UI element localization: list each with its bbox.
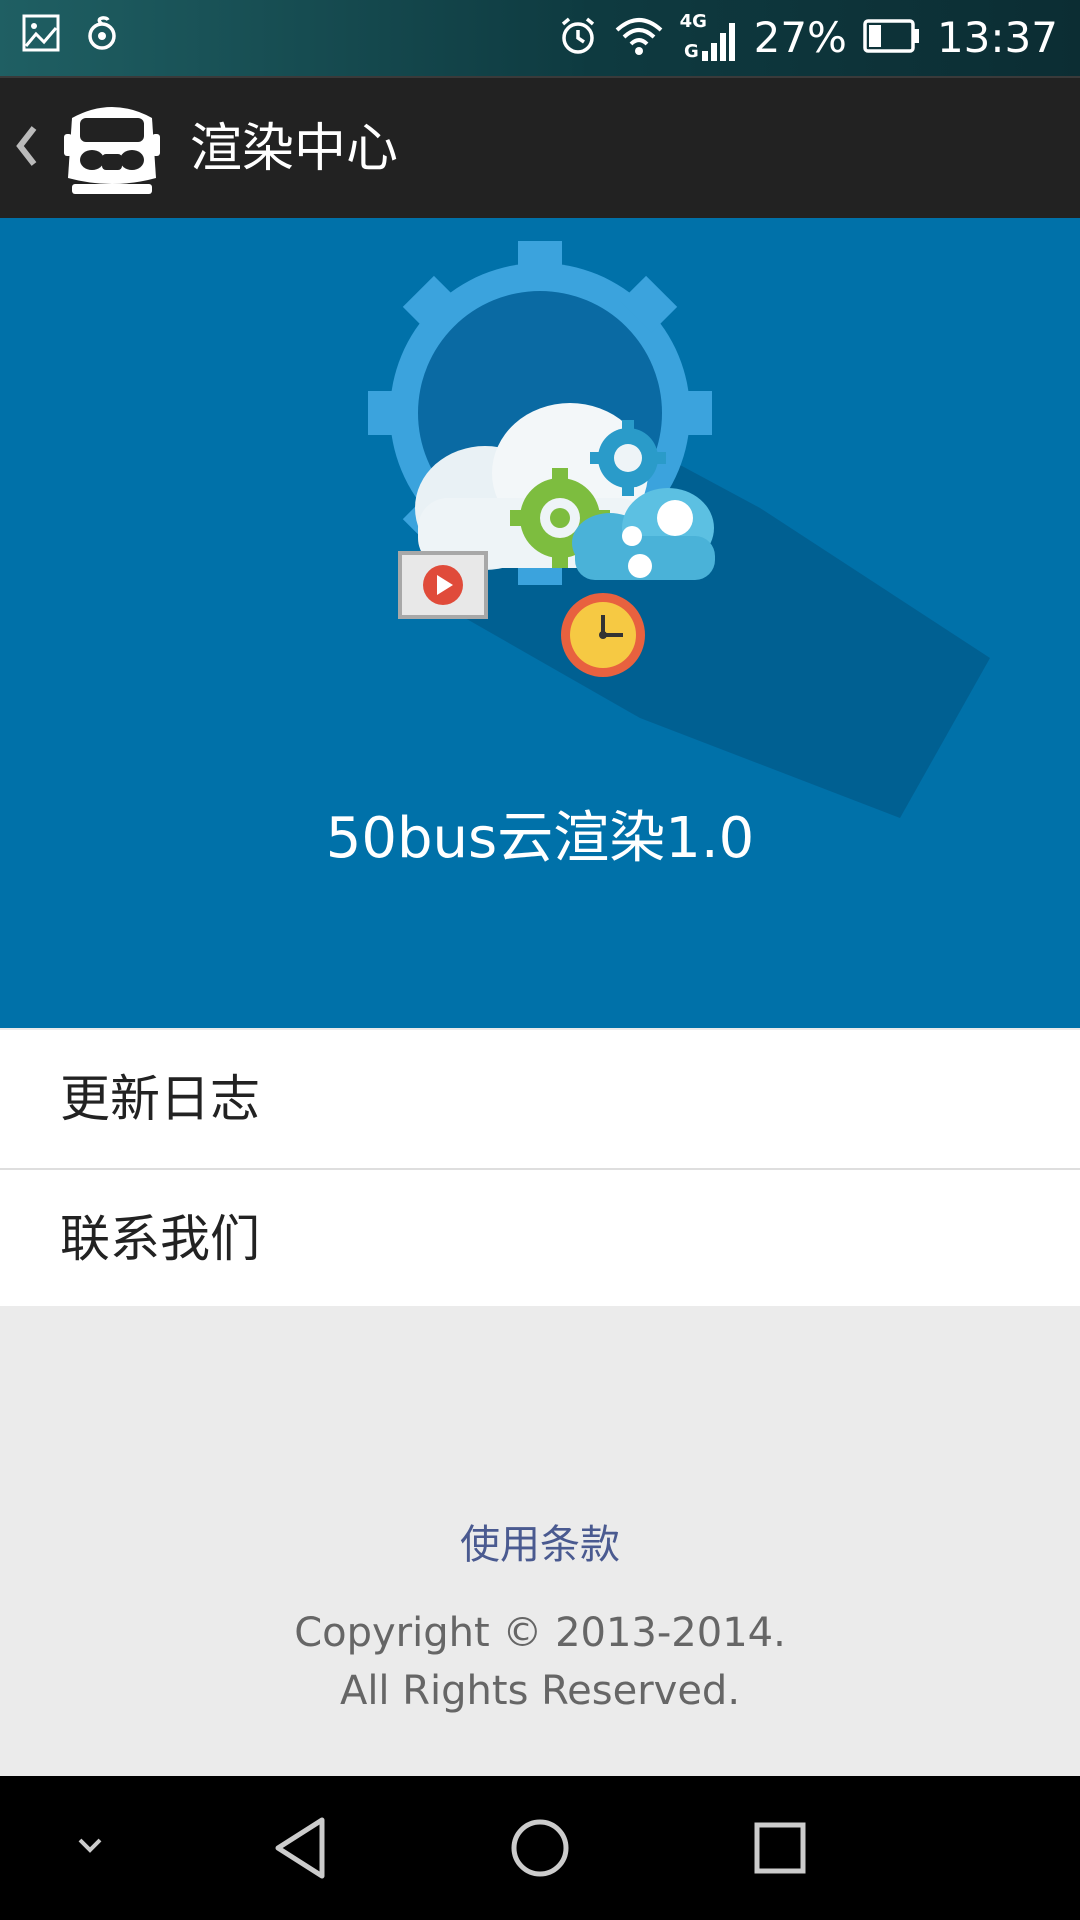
cloud-render-illustration bbox=[368, 241, 990, 818]
menu-list: 更新日志 联系我们 bbox=[0, 1030, 1080, 1306]
app-bar: 渲染中心 bbox=[0, 76, 1080, 218]
status-bar: 4G G 27% 13:37 bbox=[0, 0, 1080, 76]
bus-logo-icon[interactable] bbox=[58, 98, 166, 206]
product-title: 50bus云渲染1.0 bbox=[325, 806, 755, 871]
battery-percent: 27% bbox=[753, 13, 847, 62]
system-nav-bar bbox=[0, 1776, 1080, 1920]
clock: 13:37 bbox=[936, 13, 1058, 62]
alarm-icon bbox=[558, 16, 598, 60]
recents-icon[interactable] bbox=[748, 1812, 812, 1888]
list-item-contact-us[interactable]: 联系我们 bbox=[0, 1168, 1080, 1306]
collapse-icon[interactable] bbox=[70, 1826, 110, 1870]
back-icon[interactable] bbox=[270, 1812, 330, 1888]
copyright-line-1: Copyright © 2013-2014. bbox=[294, 1610, 786, 1656]
back-chevron-icon[interactable] bbox=[12, 122, 40, 174]
wifi-icon bbox=[614, 16, 664, 60]
copyright-text: Copyright © 2013-2014. All Rights Reserv… bbox=[0, 1604, 1080, 1720]
signal-icon: 4G G bbox=[680, 11, 738, 63]
list-item-changelog[interactable]: 更新日志 bbox=[0, 1030, 1080, 1168]
gallery-icon bbox=[22, 14, 60, 56]
battery-icon bbox=[863, 18, 921, 58]
terms-link[interactable]: 使用条款 bbox=[0, 1512, 1080, 1570]
svg-text:G: G bbox=[684, 41, 699, 62]
page-title: 渲染中心 bbox=[190, 119, 399, 179]
hero-banner: 50bus云渲染1.0 bbox=[0, 218, 1080, 1028]
home-icon[interactable] bbox=[508, 1812, 572, 1888]
copyright-line-2: All Rights Reserved. bbox=[339, 1668, 741, 1714]
sync-icon bbox=[84, 14, 120, 56]
